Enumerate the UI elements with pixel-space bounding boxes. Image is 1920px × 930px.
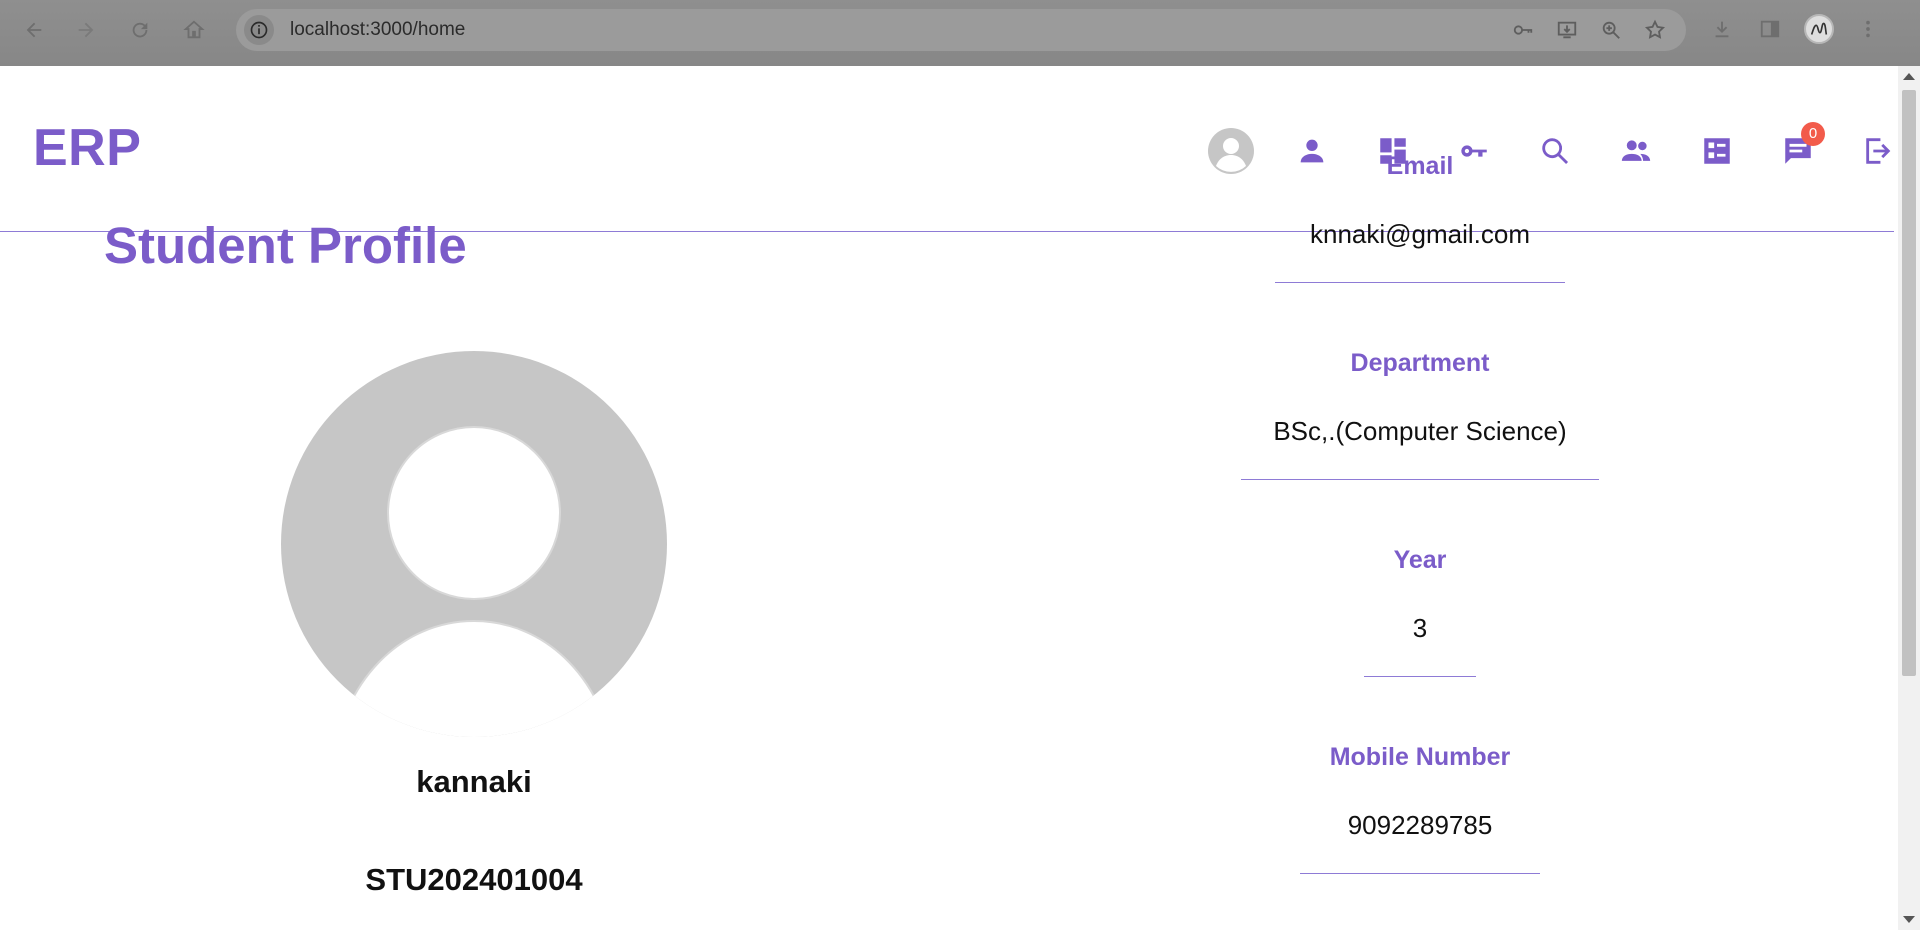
page-scrollbar[interactable]	[1898, 66, 1920, 930]
department-label: Department	[1350, 349, 1490, 377]
checklist-icon	[1703, 138, 1730, 164]
department-field: Department BSc,.(Computer Science)	[1220, 349, 1620, 480]
scroll-down-icon[interactable]	[1903, 916, 1915, 923]
mobile-label: Mobile Number	[1329, 743, 1511, 771]
email-underline	[1275, 282, 1565, 283]
zoom-icon[interactable]	[1598, 17, 1624, 43]
site-info-icon[interactable]	[244, 15, 274, 45]
back-button[interactable]	[16, 12, 52, 48]
back-arrow-icon	[26, 22, 42, 38]
home-button[interactable]	[176, 12, 212, 48]
student-id: STU202401004	[365, 862, 583, 897]
email-label: Email	[1386, 152, 1454, 180]
year-label: Year	[1393, 546, 1447, 574]
department-underline	[1241, 479, 1599, 480]
year-value: 3	[1412, 613, 1428, 643]
home-icon	[183, 20, 205, 39]
download-icon[interactable]	[1708, 14, 1736, 44]
notification-badge: 0	[1801, 122, 1825, 146]
year-field: Year 3	[1220, 546, 1620, 677]
mobile-value: 9092289785	[1347, 810, 1493, 840]
address-url[interactable]: localhost:3000/home	[290, 19, 465, 41]
forward-button[interactable]	[68, 12, 104, 48]
address-bar[interactable]: localhost:3000/home	[236, 9, 1686, 51]
page-title: Student Profile	[104, 217, 467, 274]
reload-button[interactable]	[122, 12, 158, 48]
nav-messages[interactable]: 0	[1757, 118, 1838, 184]
reload-icon	[132, 22, 148, 38]
department-value: BSc,.(Computer Science)	[1273, 416, 1567, 446]
profile-photo-avatar-icon	[281, 351, 667, 737]
email-value: knnaki@gmail.com	[1309, 219, 1531, 249]
browser-menu-icon[interactable]	[1854, 14, 1882, 44]
page-content: ERP 0 Student Profile kannaki STU2024010…	[0, 66, 1898, 930]
side-panel-icon[interactable]	[1756, 14, 1784, 44]
email-field: Email knnaki@gmail.com	[1220, 152, 1620, 283]
scroll-up-icon[interactable]	[1903, 73, 1915, 80]
scrollbar-thumb[interactable]	[1902, 90, 1916, 676]
install-app-icon[interactable]	[1554, 17, 1580, 43]
browser-profile-avatar[interactable]	[1804, 14, 1834, 44]
password-key-icon[interactable]	[1510, 17, 1536, 43]
nav-checklist[interactable]	[1676, 118, 1757, 184]
student-name: kannaki	[416, 764, 532, 799]
year-underline	[1364, 676, 1476, 677]
bookmark-star-icon[interactable]	[1642, 17, 1668, 43]
brand-logo[interactable]: ERP	[33, 118, 141, 178]
forward-arrow-icon	[78, 22, 94, 38]
mobile-field: Mobile Number 9092289785	[1220, 743, 1620, 874]
mobile-underline	[1300, 873, 1540, 874]
nav-logout[interactable]	[1838, 118, 1898, 184]
browser-toolbar: localhost:3000/home	[0, 0, 1920, 66]
people-icon	[1621, 140, 1650, 161]
logout-icon	[1865, 138, 1890, 164]
